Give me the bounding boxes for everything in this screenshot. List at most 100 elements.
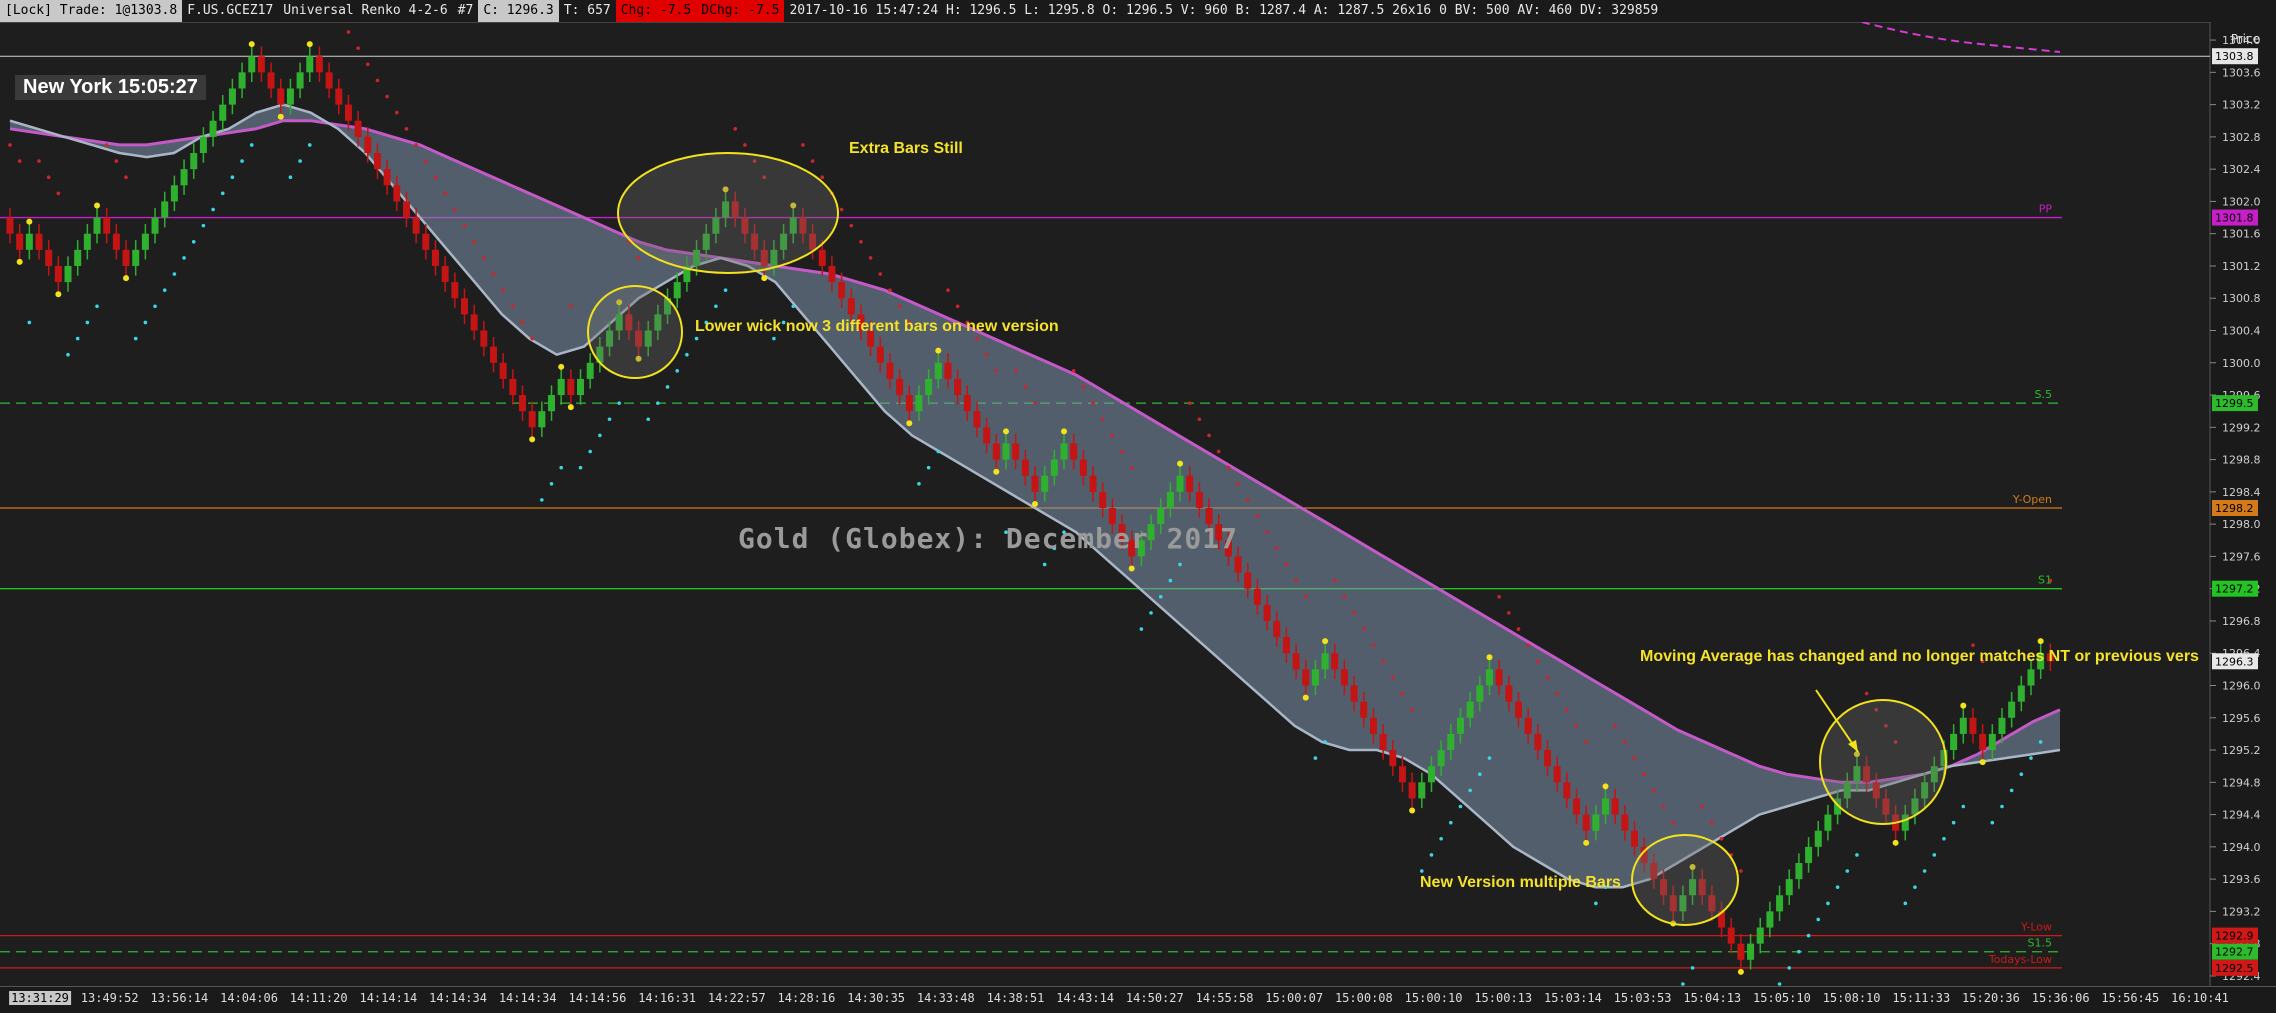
sar-dot: [385, 94, 389, 99]
price-chart[interactable]: 1304.0 1303.6 1303.2 1302.8 1302.4 1302.0 1301…: [0, 0, 2276, 1002]
sar-dot: [559, 465, 563, 470]
candle: [528, 411, 536, 428]
sar-dot: [394, 110, 399, 115]
time-axis-label: 15:20:36: [1962, 991, 2020, 1005]
sar-dot: [1236, 481, 1240, 486]
sar-dot: [1565, 707, 1569, 712]
sar-dot: [1400, 691, 1405, 696]
swing-low-marker: [1737, 968, 1744, 975]
sar-dot: [249, 143, 254, 147]
candle: [1089, 475, 1097, 492]
candle: [1631, 830, 1639, 847]
ohlc-readout: 2017-10-16 15:47:24 H: 1296.5 L: 1295.8 …: [789, 3, 1659, 18]
candle: [1785, 879, 1793, 896]
candle: [2017, 685, 2025, 702]
candle: [1524, 717, 1532, 734]
candle: [1176, 475, 1184, 492]
candle: [915, 395, 923, 412]
sar-dot: [1158, 594, 1163, 599]
time-axis-label: 15:03:14: [1543, 991, 1602, 1005]
candle: [934, 362, 942, 379]
candle: [267, 72, 275, 89]
candle: [306, 56, 314, 73]
swing-low-marker: [55, 291, 62, 298]
sar-dot: [1710, 820, 1714, 825]
candle: [973, 411, 981, 428]
time-axis-label: 14:30:35: [847, 991, 906, 1005]
price-tick-label: 1303.6: [2222, 66, 2261, 79]
candle: [277, 88, 285, 105]
sar-dot: [462, 223, 467, 228]
sar-dot: [1352, 611, 1356, 615]
candle: [248, 56, 256, 73]
sar-dot: [1690, 966, 1695, 970]
candle: [1060, 443, 1068, 460]
candle: [344, 104, 352, 121]
sar-dot: [85, 320, 90, 325]
price-tick-label: 1294.4: [2222, 809, 2261, 822]
sar-dot: [530, 336, 534, 341]
candle: [190, 153, 198, 170]
candle: [1273, 620, 1281, 638]
swing-high-marker: [1322, 638, 1329, 645]
swing-high-marker: [935, 347, 942, 354]
sar-dot: [511, 304, 515, 309]
candle: [1544, 750, 1551, 767]
candle: [364, 136, 372, 154]
candle: [1514, 701, 1522, 718]
candle: [1814, 830, 1822, 847]
candle: [228, 88, 236, 105]
sar-dot: [1835, 885, 1840, 889]
clock-label: New York 15:05:27: [15, 75, 206, 100]
sar-dot: [1419, 869, 1424, 873]
candle: [886, 362, 894, 379]
price-tick-label: 1303.2: [2222, 99, 2261, 112]
candle: [1737, 943, 1745, 960]
time-axis-label: 14:14:34: [498, 991, 557, 1005]
candle: [1573, 798, 1581, 815]
sar-dot: [162, 288, 167, 292]
time-axis-label: 13:49:52: [80, 991, 139, 1005]
sar-dot: [994, 369, 999, 373]
sar-dot: [1178, 562, 1182, 567]
candle: [402, 201, 410, 218]
change-badge: Chg: -7.5: [615, 0, 697, 22]
sar-dot: [1294, 578, 1298, 583]
time-axis-label: 13:56:14: [150, 991, 209, 1005]
sar-dot: [1584, 740, 1588, 744]
chart-canvas[interactable]: 1304.01303.61303.21302.81302.41302.01301…: [0, 0, 2276, 1002]
instrument-watermark: Gold (Globex): December 2017: [738, 522, 1239, 555]
sar-dot: [46, 175, 51, 180]
sar-dot: [1652, 788, 1656, 793]
level-label: Todays-Low: [1988, 953, 2052, 966]
sar-dot: [723, 288, 728, 292]
time-axis-label: 15:11:33: [1892, 991, 1951, 1005]
level-badge-label: 1301.8: [2215, 212, 2254, 225]
sar-dot: [66, 352, 70, 357]
sar-dot: [1922, 869, 1927, 873]
level-label: Y-Low: [2020, 921, 2052, 934]
candle: [1447, 733, 1455, 751]
sar-dot: [1913, 885, 1917, 889]
price-tick-label: 1298.4: [2222, 486, 2261, 499]
time-axis[interactable]: 13:31:29 13:49:52 13:56:14 14:04:06 14:11:20…: [0, 986, 2276, 1013]
sar-dot: [1845, 869, 1850, 873]
sar-dot: [598, 433, 602, 438]
candle: [1311, 669, 1319, 686]
sar-dot: [75, 336, 80, 341]
sar-dot: [17, 159, 22, 163]
candle: [567, 378, 575, 396]
lock-status[interactable]: [Lock] Trade: 1@1303.8: [0, 0, 183, 22]
sar-dot: [414, 143, 418, 147]
sar-dot: [95, 304, 99, 309]
sar-dot: [859, 239, 863, 244]
candle: [315, 56, 323, 73]
candle: [170, 185, 178, 202]
candle: [460, 298, 468, 315]
candle: [325, 72, 333, 89]
sar-dot: [1555, 691, 1559, 696]
candle: [422, 233, 430, 250]
candle: [1505, 685, 1513, 702]
candle: [1988, 733, 1996, 751]
sar-dot: [298, 159, 302, 163]
